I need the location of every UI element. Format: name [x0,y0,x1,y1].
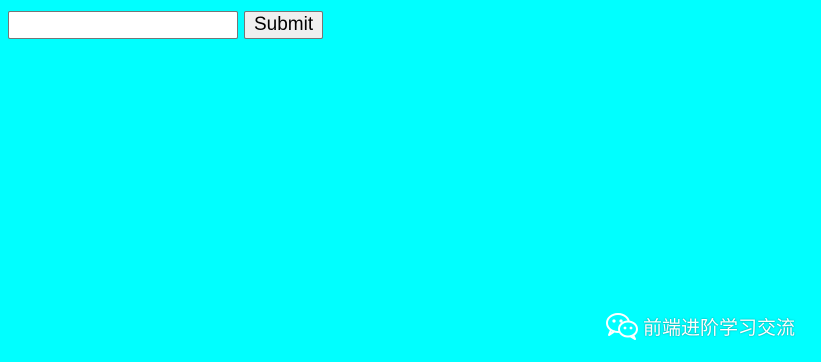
page-background: Submit 前端进阶学习交流 [0,0,821,362]
watermark: 前端进阶学习交流 [605,312,795,340]
watermark-text: 前端进阶学习交流 [642,316,795,339]
wechat-icon [605,312,639,340]
form-row: Submit [8,11,324,39]
submit-button[interactable]: Submit [244,11,324,39]
text-input[interactable] [8,11,238,39]
